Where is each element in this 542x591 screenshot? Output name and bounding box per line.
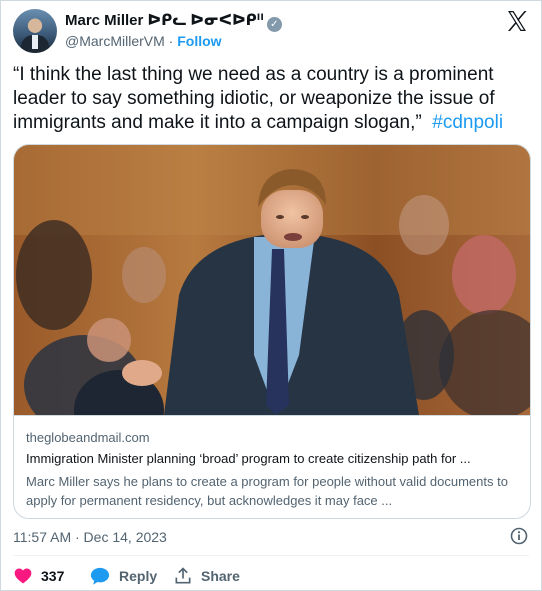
- link-preview-card[interactable]: theglobeandmail.com Immigration Minister…: [13, 144, 531, 519]
- link-meta[interactable]: theglobeandmail.com Immigration Minister…: [14, 415, 530, 518]
- divider: [13, 555, 529, 556]
- share-icon: [175, 567, 191, 584]
- share-label: Share: [201, 568, 240, 584]
- author-handle[interactable]: @MarcMillerVM: [65, 33, 165, 49]
- reply-button[interactable]: Reply: [89, 564, 157, 588]
- link-domain: theglobeandmail.com: [26, 430, 150, 445]
- reply-label: Reply: [119, 568, 158, 584]
- info-icon[interactable]: [510, 527, 528, 545]
- share-button[interactable]: Share: [173, 564, 240, 588]
- tweet-body: “I think the last thing we need as a cou…: [13, 64, 495, 133]
- like-count: 337: [41, 568, 65, 584]
- reply-bubble-icon: [90, 567, 110, 585]
- verified-badge-icon: ✓: [266, 17, 282, 32]
- tweet-text: “I think the last thing we need as a cou…: [13, 63, 525, 135]
- author-name[interactable]: Marc Miller ᐅᑭᓚ ᐅᓂᐸᐅᑭᐦ: [65, 12, 264, 29]
- hashtag-link[interactable]: #cdnpoli: [432, 112, 503, 133]
- author-handle-line: @MarcMillerVM · Follow: [65, 33, 222, 49]
- tweet-card: Marc Miller ᐅᑭᓚ ᐅᓂᐸᐅᑭᐦ ✓ @MarcMillerVM · …: [0, 0, 542, 591]
- tweet-header: Marc Miller ᐅᑭᓚ ᐅᓂᐸᐅᑭᐦ ✓ @MarcMillerVM · …: [13, 9, 529, 53]
- link-description: Marc Miller says he plans to create a pr…: [26, 474, 508, 508]
- separator-dot: ·: [168, 33, 174, 49]
- author-avatar[interactable]: [13, 9, 57, 53]
- like-button[interactable]: 337: [13, 564, 64, 588]
- x-logo-icon[interactable]: [505, 9, 529, 33]
- follow-link[interactable]: Follow: [177, 33, 221, 49]
- heart-icon: [14, 568, 32, 584]
- article-photo[interactable]: [14, 145, 530, 415]
- author-name-line[interactable]: Marc Miller ᐅᑭᓚ ᐅᓂᐸᐅᑭᐦ ✓: [65, 11, 282, 32]
- link-title[interactable]: Immigration Minister planning ‘broad’ pr…: [26, 451, 518, 466]
- tweet-timestamp[interactable]: 11:57 AM · Dec 14, 2023: [13, 529, 167, 545]
